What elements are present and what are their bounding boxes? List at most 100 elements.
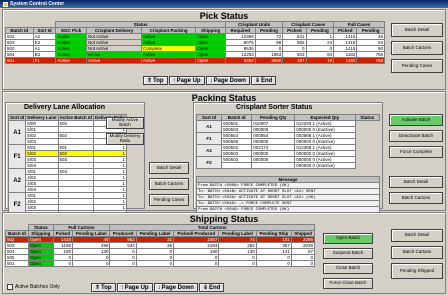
shipping-status-panel: Shipping Status Status Full Cartons Tota… [2, 212, 446, 294]
table-cell: 3560 [254, 57, 284, 64]
shipping-status-title: Shipping Status [189, 214, 259, 224]
table-cell: Active [86, 57, 142, 64]
ship-end-button[interactable]: ⇓ End [198, 283, 225, 292]
sorter-sort-id: A1 [195, 120, 223, 133]
lane-sort-id: A1 [7, 120, 27, 145]
table-cell: 0 [72, 260, 111, 267]
table-cell: Open [195, 57, 226, 64]
packing-pending-cases-button[interactable]: Pending Cases [149, 194, 189, 206]
ship-col-header: Pending Ship [255, 230, 292, 237]
delivery-lane-title: Delivery Lane Allocation [24, 104, 106, 111]
table-row[interactable]: 501 Open 0 0 0 0 0 0 0 0 [5, 260, 316, 267]
table-cell: 197 [282, 57, 307, 64]
table-row[interactable]: 501 F1 Active Active Active Open 5350 3560 197 19… [5, 57, 385, 64]
table-cell: 0 [135, 260, 175, 267]
table-cell: 0 [173, 260, 220, 267]
arrow-down-icon: ↓ [157, 284, 161, 291]
pick-batch-cartons-button[interactable]: Batch Cartons [391, 41, 443, 55]
packing-batch-detail-button[interactable]: Batch Detail [149, 162, 189, 174]
sorter-sort-id: F2 [195, 156, 223, 169]
sorter-sort-id: A2 [195, 144, 223, 157]
table-cell: Active [140, 57, 197, 64]
table-cell: F1 [32, 57, 57, 64]
ship-page-up-button[interactable]: ↑ Page Up [116, 283, 153, 292]
lane-sort-id: F1 [7, 144, 27, 169]
table-cell: Active [55, 57, 88, 64]
open-batch-button[interactable]: Open Batch [323, 233, 373, 244]
pick-pending-cases-button[interactable]: Pending Cases [391, 59, 443, 73]
page-down-button[interactable]: ↓ Page Down [205, 76, 250, 85]
table-cell: 501 [5, 57, 34, 64]
activate-batch-button[interactable]: Activate Batch [389, 114, 443, 126]
table-cell: 758 [356, 57, 385, 64]
table-cell: Open [28, 260, 54, 267]
lane-col-header: Delivery Lane [25, 114, 59, 121]
lane-table: Sort Id Delivery Lane Active Batch Id Deliv… [7, 114, 128, 217]
message-log: Message From BATCH <500A> FORCE COMPLETE… [196, 176, 380, 213]
page-up-button[interactable]: ↑ Page Up [168, 76, 205, 85]
sorter-cell: 000000 0 (Inactive) [294, 162, 356, 169]
ship-col-header: Shipped [290, 230, 316, 237]
table-cell: 501 [5, 260, 29, 267]
ship-col-header: Batch Id [5, 230, 29, 237]
sorter-cell [221, 162, 253, 169]
pick-table: Status Crisplant Units Crisplant Cases F… [5, 21, 385, 64]
checkbox-box[interactable] [7, 284, 13, 290]
pick-status-panel: Pick Status Status Crisplant Units Crisp… [2, 9, 446, 90]
app-icon [3, 1, 8, 7]
table-cell: 1182 [333, 57, 358, 64]
top-button[interactable]: ⇑ Top [143, 76, 168, 85]
table-cell: 0 [52, 260, 74, 267]
sorter-row[interactable]: 000000 0 (Inactive) [197, 162, 380, 169]
end-button[interactable]: ⇓ End [250, 76, 277, 85]
pick-status-title: Pick Status [199, 11, 249, 21]
deactivate-batch-button[interactable]: Deactivate Batch [389, 130, 443, 142]
sorter-cell [251, 162, 296, 169]
modify-delivery-ratio-button[interactable]: Modify Delivery Ratio [106, 133, 144, 145]
packing-status-panel: Packing Status Delivery Lane Allocation … [2, 91, 446, 217]
ship-col-header: Picked/ Produced [173, 230, 220, 237]
ship-col-header: Pending Label [72, 230, 111, 237]
suspend-batch-button[interactable]: Suspend Batch [323, 248, 373, 259]
active-batches-only-checkbox[interactable]: Active Batches Only [7, 284, 60, 290]
table-cell: 0 [255, 260, 292, 267]
arrow-up-icon: ⇑ [147, 78, 153, 84]
arrow-up-icon: ⇑ [95, 285, 101, 291]
ship-col-header: Pending Label [135, 230, 175, 237]
ship-col-header: Shipping [28, 230, 54, 237]
sorter-sort-id: F1 [195, 132, 223, 145]
pick-nav: ⇑ Top ↑ Page Up ↓ Page Down ⇓ End [143, 76, 277, 85]
ship-batch-detail-button[interactable]: Batch Detail [391, 229, 443, 242]
shipping-nav: ⇑ Top ↑ Page Up ↓ Page Down ⇓ End [91, 283, 225, 292]
table-cell: 19 [305, 57, 335, 64]
ship-col-header: Produced [109, 230, 137, 237]
arrow-down-icon: ↓ [209, 77, 213, 84]
table-cell: 0 [218, 260, 257, 267]
ship-col-header: Picked [52, 230, 74, 237]
modify-active-batch-button[interactable]: Modify Active Batch [106, 117, 144, 129]
packing-right-batch-cartons-button[interactable]: Batch Cartons [389, 192, 443, 204]
ship-col-header: Pending Label [218, 230, 257, 237]
pending-shipped-button[interactable]: Pending Shipped [391, 263, 443, 279]
sorter-table: Sort Id Batch Id Pending Qty Expected Qty St… [195, 114, 381, 169]
lane-col-header: Sort Id [7, 114, 27, 121]
arrow-up-icon: ↑ [172, 77, 176, 84]
arrow-down-end-icon: ⇓ [202, 285, 208, 291]
arrow-down-end-icon: ⇓ [254, 78, 260, 84]
table-cell: 0 [290, 260, 316, 267]
close-batch-button[interactable]: Close Batch [323, 263, 373, 274]
ship-page-down-button[interactable]: ↓ Page Down [153, 283, 198, 292]
pick-col-header: Crisplant Packing [140, 27, 197, 34]
ship-top-button[interactable]: ⇑ Top [91, 283, 116, 292]
pick-batch-detail-button[interactable]: Batch Detail [391, 23, 443, 37]
lane-col-header: Active Batch Id [57, 114, 95, 121]
arrow-up-icon: ↑ [120, 284, 124, 291]
force-complete-button[interactable]: Force Complete [389, 146, 443, 158]
packing-batch-cartons-button[interactable]: Batch Cartons [149, 178, 189, 190]
sorter-status-box: Crisplant Sorter Status Sort Id Batch Id P… [193, 102, 383, 213]
window-title-bar: System Control Center [0, 0, 448, 8]
packing-right-batch-detail-button[interactable]: Batch Detail [389, 176, 443, 188]
ship-batch-cartons-button[interactable]: Batch Cartons [391, 246, 443, 259]
force-close-batch-button[interactable]: Force Close Batch [323, 278, 373, 289]
lane-sort-id: A2 [7, 168, 27, 193]
